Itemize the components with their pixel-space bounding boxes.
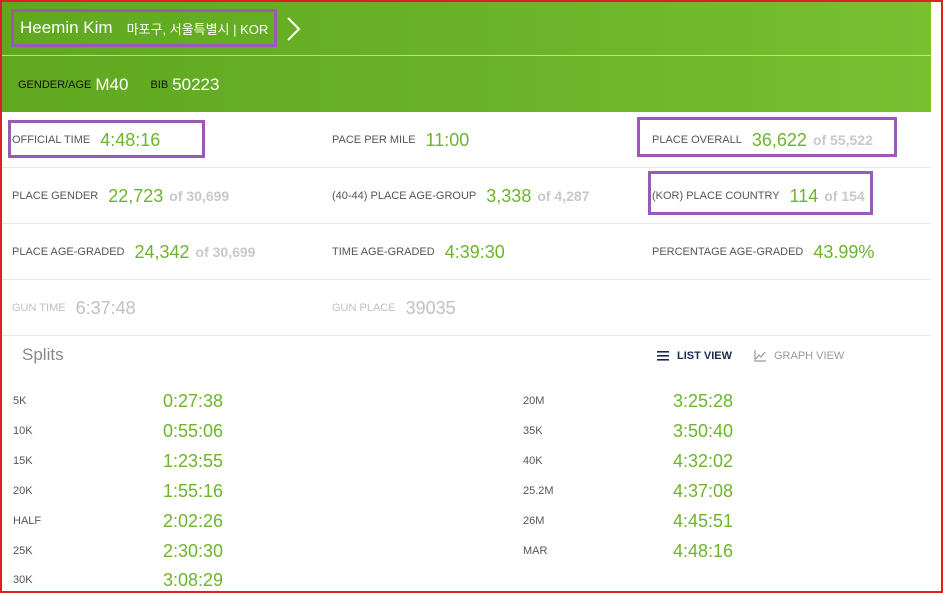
stat-label: PLACE OVERALL xyxy=(652,134,742,146)
split-label: 25.2M xyxy=(523,485,554,497)
runner-name: Heemin Kim xyxy=(20,18,113,37)
runner-header: Heemin Kim 마포구, 서울특별시 | KOR GENDER/AGE M… xyxy=(2,2,931,112)
header-details: GENDER/AGE M40 BIB 50223 xyxy=(2,57,931,112)
stat-label: (40-44) PLACE AGE-GROUP xyxy=(332,190,477,202)
gender-age-value: M40 xyxy=(95,74,129,94)
gender-age-label: GENDER/AGE xyxy=(18,78,92,91)
place-gender: PLACE GENDER 22,723 of 30,699 xyxy=(12,168,229,224)
stat-value: 36,622 xyxy=(751,129,807,150)
stat-value: 43.99% xyxy=(813,241,875,262)
split-label: 5K xyxy=(13,395,27,407)
split-time: 4:32:02 xyxy=(673,450,734,471)
split-time: 3:50:40 xyxy=(673,420,734,441)
split-label: 20M xyxy=(523,395,545,407)
runner-identity: Heemin Kim 마포구, 서울특별시 | KOR xyxy=(11,9,277,47)
percentage-age-graded: PERCENTAGE AGE-GRADED 43.99% xyxy=(652,224,874,280)
header-top: Heemin Kim 마포구, 서울특별시 | KOR xyxy=(2,2,931,56)
official-time: OFFICIAL TIME 4:48:16 xyxy=(12,112,160,168)
split-time: 4:45:51 xyxy=(673,510,734,531)
stat-label: PACE PER MILE xyxy=(332,134,416,146)
stat-label: PERCENTAGE AGE-GRADED xyxy=(652,246,804,258)
stat-total: of 4,287 xyxy=(537,188,590,204)
split-time: 2:30:30 xyxy=(163,540,224,561)
stat-label: GUN TIME xyxy=(12,302,66,314)
stats-row: GUN TIME 6:37:48 GUN PLACE 39035 xyxy=(2,280,931,336)
time-age-graded: TIME AGE-GRADED 4:39:30 xyxy=(332,224,505,280)
stat-label: TIME AGE-GRADED xyxy=(332,246,435,258)
stat-value: 3,338 xyxy=(486,185,532,206)
pace-per-mile: PACE PER MILE 11:00 xyxy=(332,112,469,168)
chart-icon xyxy=(754,350,766,362)
stats-row: PLACE GENDER 22,723 of 30,699 (40-44) PL… xyxy=(2,168,931,224)
stat-value: 11:00 xyxy=(425,129,470,150)
splits-title: Splits xyxy=(22,345,64,364)
graph-view-button[interactable]: GRAPH VIEW xyxy=(754,350,844,362)
list-icon xyxy=(657,351,669,361)
split-label: HALF xyxy=(13,515,42,527)
stat-total: of 154 xyxy=(824,188,865,204)
stat-total: of 55,522 xyxy=(812,132,873,148)
place-overall: PLACE OVERALL 36,622 of 55,522 xyxy=(652,112,873,168)
list-view-label: LIST VIEW xyxy=(677,350,732,362)
stat-value: 4:39:30 xyxy=(444,241,505,262)
stat-label: PLACE GENDER xyxy=(12,190,99,202)
stat-value: 6:37:48 xyxy=(75,297,136,318)
runner-location: 마포구, 서울특별시 | KOR xyxy=(126,21,269,37)
place-age-graded: PLACE AGE-GRADED 24,342 of 30,699 xyxy=(12,224,255,280)
chevron-right-icon[interactable] xyxy=(284,14,304,44)
stat-label: OFFICIAL TIME xyxy=(12,134,91,146)
gun-time: GUN TIME 6:37:48 xyxy=(12,280,136,336)
split-label: MAR xyxy=(523,545,548,557)
gun-place: GUN PLACE 39035 xyxy=(332,280,456,336)
split-label: 30K xyxy=(13,574,33,586)
split-time: 2:02:26 xyxy=(163,510,224,531)
split-label: 20K xyxy=(13,485,33,497)
stat-total: of 30,699 xyxy=(195,244,256,260)
stat-value: 114 xyxy=(789,185,819,206)
stat-value: 39035 xyxy=(405,297,456,318)
stats-grid: OFFICIAL TIME 4:48:16 PACE PER MILE 11:0… xyxy=(2,112,931,336)
stat-value: 22,723 xyxy=(108,185,164,206)
split-time: 0:27:38 xyxy=(163,390,224,411)
split-time: 3:25:28 xyxy=(673,390,734,411)
place-age-group: (40-44) PLACE AGE-GROUP 3,338 of 4,287 xyxy=(332,168,589,224)
split-label: 26M xyxy=(523,515,545,527)
stat-label: (KOR) PLACE COUNTRY xyxy=(652,190,780,202)
stat-total: of 30,699 xyxy=(169,188,230,204)
split-label: 25K xyxy=(13,545,33,557)
split-label: 15K xyxy=(13,455,33,467)
stat-label: GUN PLACE xyxy=(332,302,396,314)
bib-label: BIB xyxy=(150,78,169,91)
split-time: 0:55:06 xyxy=(163,420,224,441)
place-country: (KOR) PLACE COUNTRY 114 of 154 xyxy=(652,168,865,224)
list-view-button[interactable]: LIST VIEW xyxy=(657,350,732,362)
split-time: 1:55:16 xyxy=(163,480,224,501)
stat-label: PLACE AGE-GRADED xyxy=(12,246,125,258)
stats-row: OFFICIAL TIME 4:48:16 PACE PER MILE 11:0… xyxy=(2,112,931,168)
split-time: 3:08:29 xyxy=(163,569,224,590)
graph-view-label: GRAPH VIEW xyxy=(774,350,845,362)
stat-value: 24,342 xyxy=(134,241,190,262)
split-time: 4:37:08 xyxy=(673,480,734,501)
split-label: 35K xyxy=(523,425,543,437)
split-label: 40K xyxy=(523,455,543,467)
stat-value: 4:48:16 xyxy=(100,129,161,150)
split-label: 10K xyxy=(13,425,33,437)
stats-row: PLACE AGE-GRADED 24,342 of 30,699 TIME A… xyxy=(2,224,931,280)
bib-value: 50223 xyxy=(172,74,220,94)
split-time: 4:48:16 xyxy=(673,540,734,561)
split-time: 1:23:55 xyxy=(163,450,224,471)
